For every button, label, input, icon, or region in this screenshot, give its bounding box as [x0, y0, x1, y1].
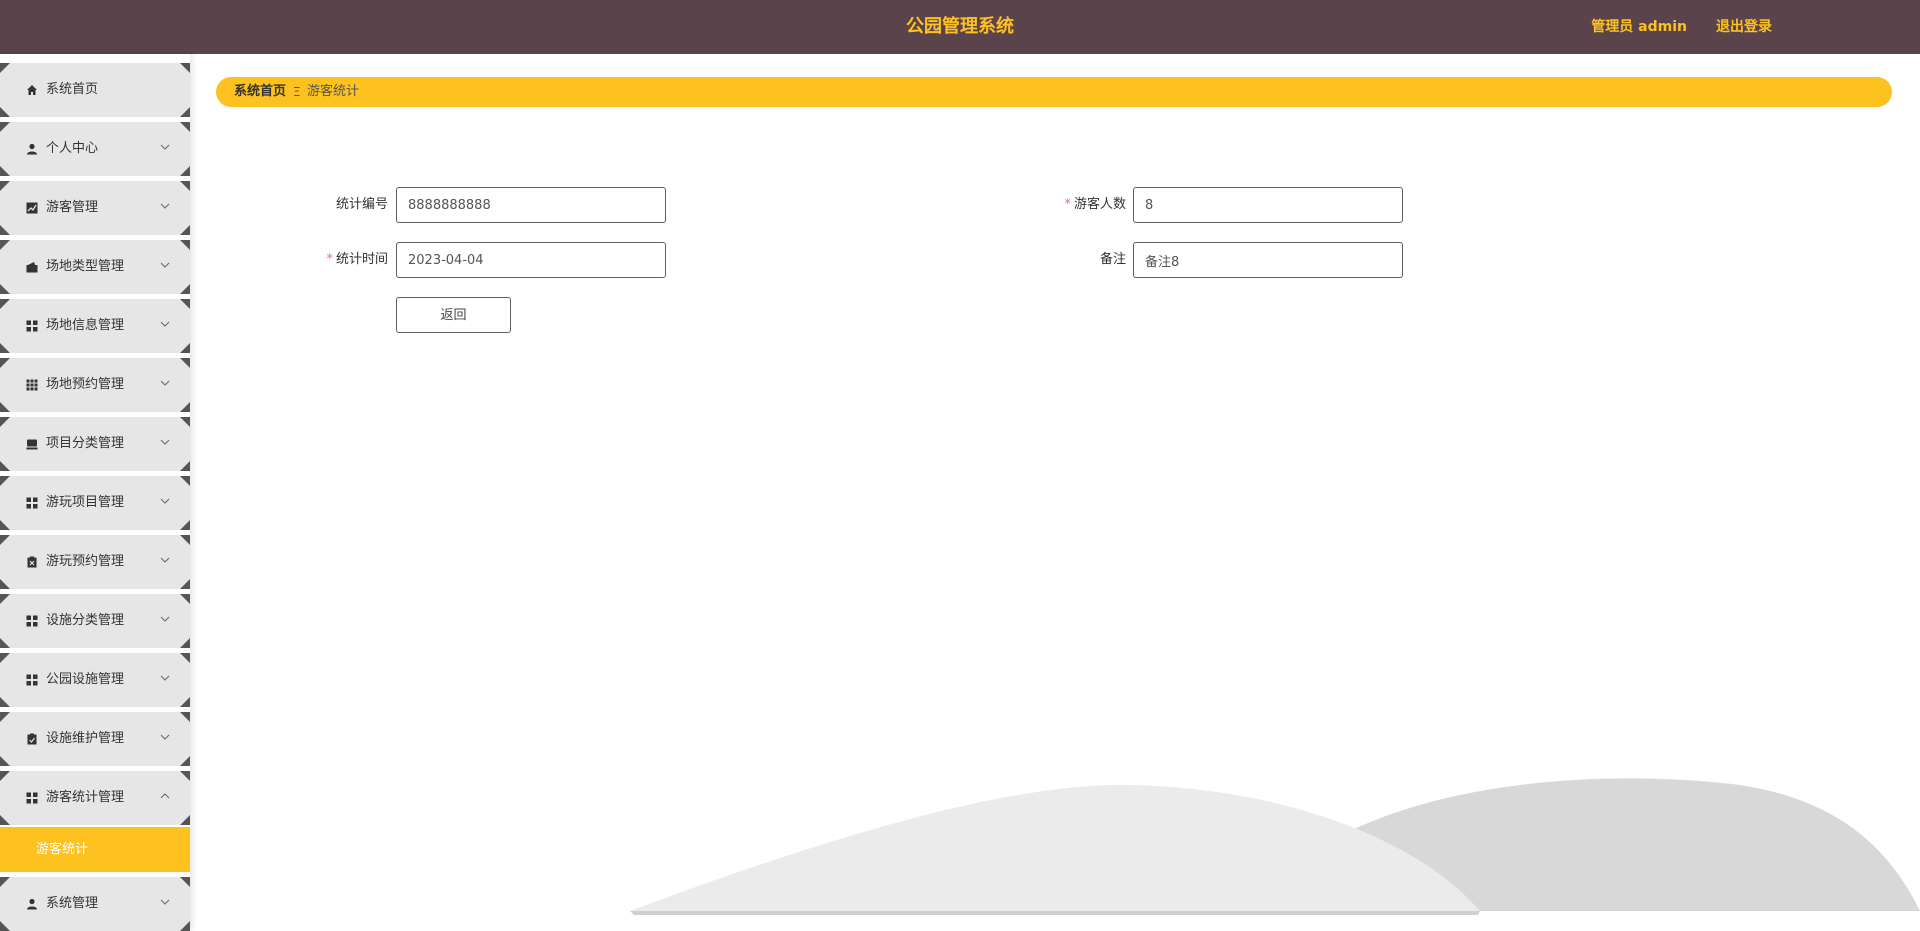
home-icon: [27, 85, 37, 95]
sidebar-item-venue-booking-management[interactable]: 场地预约管理: [0, 358, 190, 412]
breadcrumb: 系统首页 Ξ 游客统计: [216, 77, 1892, 107]
breadcrumb-current: 游客统计: [307, 84, 360, 99]
sidebar-item-park-facility-management[interactable]: 公园设施管理: [0, 653, 190, 707]
clipboard-check-icon: [27, 733, 37, 745]
chevron-down-icon: [160, 262, 170, 268]
sidebar-item-label: 游玩项目管理: [46, 495, 125, 510]
sidebar-item-label: 场地类型管理: [46, 259, 125, 274]
chevron-up-icon: [160, 793, 170, 799]
stat-no-field[interactable]: [396, 187, 666, 223]
chevron-down-icon: [160, 439, 170, 445]
apps-icon: [26, 379, 38, 391]
breadcrumb-separator: Ξ: [293, 85, 301, 99]
sidebar-item-label: 游玩预约管理: [46, 554, 125, 569]
sidebar-item-home[interactable]: 系统首页: [0, 63, 190, 117]
sidebar-item-facility-maintenance-management[interactable]: 设施维护管理: [0, 712, 190, 766]
required-mark: *: [326, 252, 333, 267]
sidebar-item-label: 系统管理: [46, 896, 99, 911]
sidebar-item-venue-info-management[interactable]: 场地信息管理: [0, 299, 190, 353]
chevron-down-icon: [160, 203, 170, 209]
chevron-down-icon: [160, 321, 170, 327]
sidebar-item-label: 设施分类管理: [46, 613, 125, 628]
tray-icon: [26, 439, 38, 450]
visitors-count-label: * 游客人数: [1064, 197, 1126, 212]
grid-icon: [26, 674, 38, 686]
sidebar-item-visitor-stats-management[interactable]: 游客统计管理: [0, 771, 190, 825]
sidebar-item-visitor-management[interactable]: 游客管理: [0, 181, 190, 235]
chevron-down-icon: [160, 616, 170, 622]
decorative-hills: [630, 778, 1920, 915]
sidebar-item-play-project-management[interactable]: 游玩项目管理: [0, 476, 190, 530]
sidebar-item-play-booking-management[interactable]: 游玩预约管理: [0, 535, 190, 589]
logout-link[interactable]: 退出登录: [1716, 0, 1772, 54]
stat-no-label: 统计编号: [335, 197, 388, 212]
sidebar-item-label: 场地信息管理: [46, 318, 125, 333]
user-gear-icon: [27, 898, 37, 910]
chart-icon: [26, 202, 38, 214]
chevron-down-icon: [160, 675, 170, 681]
sidebar-item-project-category-management[interactable]: 项目分类管理: [0, 417, 190, 471]
breadcrumb-home-link[interactable]: 系统首页: [234, 77, 286, 107]
sidebar-item-system-management[interactable]: 系统管理: [0, 877, 190, 931]
back-button[interactable]: 返回: [396, 297, 511, 333]
note-field[interactable]: [1133, 242, 1403, 278]
grid-icon: [26, 615, 38, 627]
note-label: 备注: [1099, 252, 1126, 267]
grid-icon: [26, 320, 38, 332]
sidebar-item-venue-type-management[interactable]: 场地类型管理: [0, 240, 190, 294]
sidebar-item-label: 公园设施管理: [46, 672, 125, 687]
sidebar-item-facility-category-management[interactable]: 设施分类管理: [0, 594, 190, 648]
stat-time-label: * 统计时间: [326, 252, 388, 267]
user-icon: [27, 143, 37, 155]
sidebar-item-personal-center[interactable]: 个人中心: [0, 122, 190, 176]
clipboard-x-icon: [27, 556, 37, 568]
chevron-down-icon: [160, 380, 170, 386]
sidebar-item-label: 设施维护管理: [46, 731, 125, 746]
current-user-label: 管理员 admin: [1591, 19, 1687, 35]
wallet-icon: [26, 262, 38, 273]
chevron-down-icon: [160, 557, 170, 563]
chevron-down-icon: [160, 734, 170, 740]
grid-icon: [26, 792, 38, 804]
required-mark: *: [1064, 197, 1071, 212]
sidebar-subitem-label: 游客统计: [36, 842, 89, 857]
stat-time-field[interactable]: [396, 242, 666, 278]
chevron-down-icon: [160, 498, 170, 504]
sidebar-item-label: 个人中心: [46, 141, 99, 156]
chevron-down-icon: [160, 899, 170, 905]
sidebar-item-label: 项目分类管理: [46, 436, 125, 451]
sidebar-item-label: 系统首页: [46, 82, 99, 97]
top-header: 公园管理系统 管理员 admin 退出登录: [0, 0, 1920, 54]
sidebar-item-label: 场地预约管理: [46, 377, 125, 392]
grid-icon: [26, 497, 38, 509]
sidebar-subitem-visitor-stats[interactable]: 游客统计: [0, 827, 190, 872]
sidebar-item-label: 游客管理: [46, 200, 99, 215]
sidebar: 系统首页 个人中心 游客管理 场地类型管理 场地信息管理 场地预约管理 项目分类…: [0, 54, 190, 931]
chevron-down-icon: [160, 144, 170, 150]
visitors-count-field[interactable]: [1133, 187, 1403, 223]
sidebar-item-label: 游客统计管理: [46, 790, 125, 805]
